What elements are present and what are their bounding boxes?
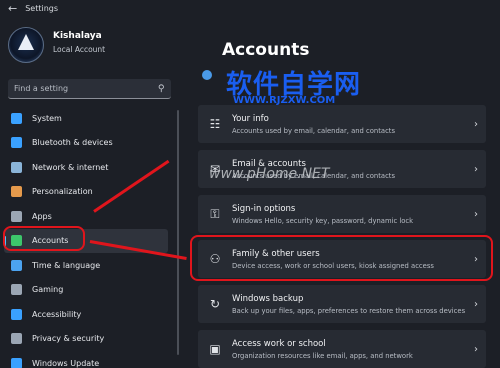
- sidebar-item-privacy-security[interactable]: Privacy & security: [4, 327, 168, 352]
- card-description: Back up your files, apps, preferences to…: [232, 306, 466, 315]
- card-title: Your info: [232, 113, 269, 124]
- bluetooth-icon: [11, 137, 22, 149]
- id-card-icon: ☷: [209, 117, 221, 131]
- sidebar-item-personalization[interactable]: Personalization: [4, 180, 168, 205]
- sidebar-item-label: Bluetooth & devices: [32, 138, 113, 148]
- chevron-right-icon: ›: [474, 163, 478, 175]
- avatar[interactable]: [8, 27, 44, 63]
- page-title: Accounts: [222, 40, 310, 60]
- card-description: Windows Hello, security key, password, d…: [232, 216, 414, 225]
- update-icon: [11, 357, 22, 368]
- profile-name: Kishalaya: [53, 31, 102, 41]
- watermark-url: WWW.RJZXW.COM: [233, 95, 336, 106]
- sidebar-item-label: Apps: [32, 211, 52, 221]
- sidebar-item-windows-update[interactable]: Windows Update: [4, 351, 168, 368]
- sidebar-item-accessibility[interactable]: Accessibility: [4, 302, 168, 327]
- sidebar-item-label: System: [32, 113, 62, 123]
- key-icon: ⚿: [210, 206, 220, 221]
- shield-icon: [11, 333, 22, 345]
- settings-card-your-info[interactable]: ☷ Your info Accounts used by email, calend…: [198, 105, 486, 143]
- card-title: Sign-in options: [232, 203, 296, 214]
- annotation-box-family: [190, 235, 493, 281]
- globe-clock-icon: [11, 259, 22, 271]
- back-arrow-icon[interactable]: ←: [8, 3, 17, 14]
- title-bar: ← Settings: [0, 0, 500, 16]
- sidebar-item-gaming[interactable]: Gaming: [4, 278, 168, 303]
- card-description: Organization resources like email, apps,…: [232, 351, 413, 360]
- search-input[interactable]: Find a setting ⚲: [8, 79, 171, 99]
- sidebar-item-label: Gaming: [32, 285, 64, 295]
- chevron-right-icon: ›: [474, 208, 478, 220]
- wifi-icon: [11, 161, 22, 173]
- brush-icon: [11, 186, 22, 198]
- sidebar-item-bluetooth-devices[interactable]: Bluetooth & devices: [4, 131, 168, 156]
- card-text: Your info Accounts used by email, calenda…: [232, 114, 466, 135]
- sidebar-scrollbar[interactable]: [177, 110, 179, 355]
- window-title: Settings: [25, 3, 59, 13]
- sidebar-item-label: Windows Update: [32, 358, 100, 368]
- apps-icon: [11, 210, 22, 222]
- card-title: Windows backup: [232, 293, 304, 304]
- annotation-box-accounts: [3, 226, 85, 251]
- watermark-text: www.pHome.NET: [209, 166, 330, 182]
- sidebar-item-time-language[interactable]: Time & language: [4, 253, 168, 278]
- gamepad-icon: [11, 284, 22, 296]
- card-text: Windows backup Back up your files, apps, …: [232, 294, 466, 315]
- sidebar-item-label: Personalization: [32, 187, 93, 197]
- sidebar-item-label: Accessibility: [32, 309, 82, 319]
- backup-icon: ↻: [209, 297, 221, 311]
- accessibility-icon: [11, 308, 22, 320]
- settings-card-windows-backup[interactable]: ↻ Windows backup Back up your files, apps,…: [198, 285, 486, 323]
- sidebar-item-label: Privacy & security: [32, 334, 105, 344]
- sidebar-item-label: Network & internet: [32, 162, 109, 172]
- chevron-right-icon: ›: [474, 343, 478, 355]
- chevron-right-icon: ›: [474, 118, 478, 130]
- search-placeholder: Find a setting: [14, 84, 69, 93]
- chevron-right-icon: ›: [474, 298, 478, 310]
- settings-card-sign-in-options[interactable]: ⚿ Sign-in options Windows Hello, security …: [198, 195, 486, 233]
- sidebar-item-label: Time & language: [32, 260, 101, 270]
- settings-card-access-work-or-school[interactable]: ▣ Access work or school Organization resou…: [198, 330, 486, 368]
- sidebar-item-system[interactable]: System: [4, 106, 168, 131]
- briefcase-icon: ▣: [209, 342, 221, 356]
- sidebar-item-apps[interactable]: Apps: [4, 204, 168, 229]
- sync-icon: [202, 70, 212, 80]
- monitor-icon: [11, 112, 22, 124]
- card-text: Access work or school Organization resour…: [232, 339, 466, 360]
- profile-account-type: Local Account: [53, 45, 106, 54]
- card-text: Sign-in options Windows Hello, security k…: [232, 204, 466, 225]
- card-title: Access work or school: [232, 338, 326, 349]
- card-description: Accounts used by email, calendar, and co…: [232, 126, 396, 135]
- search-icon[interactable]: ⚲: [158, 84, 165, 94]
